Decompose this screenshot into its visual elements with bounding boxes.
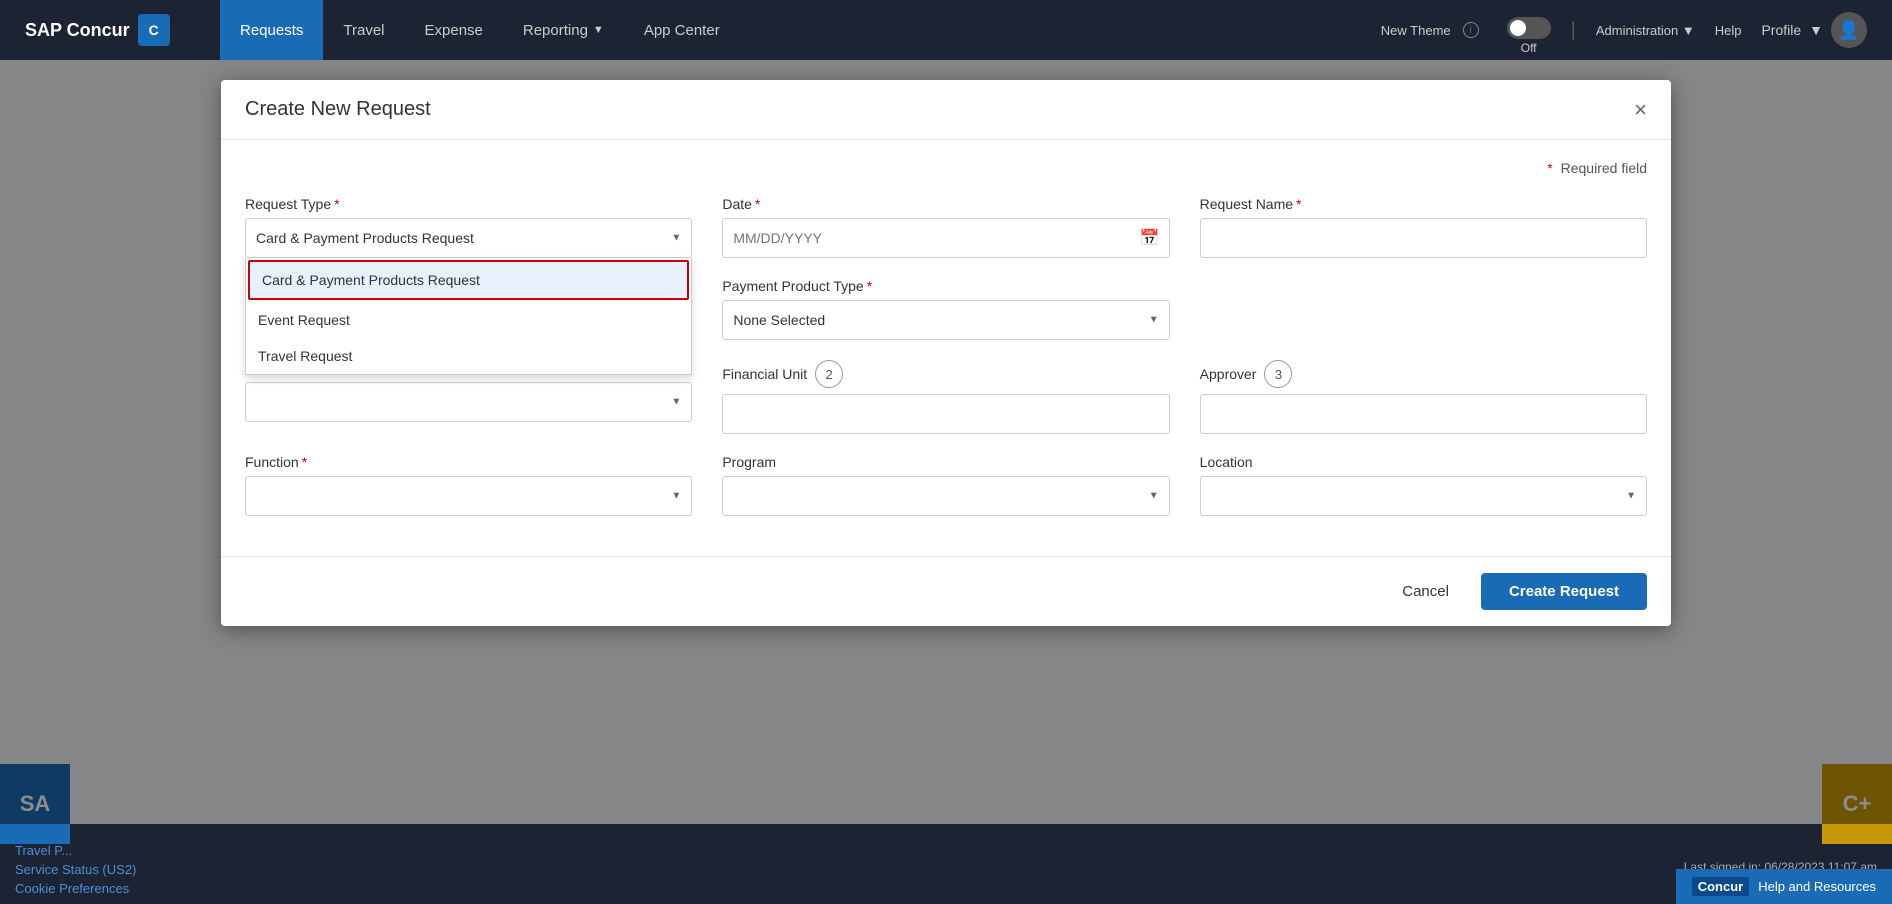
program-group: Program ▼ (722, 454, 1169, 516)
function-group: Function* ▼ (245, 454, 692, 516)
program-select[interactable]: ▼ (722, 476, 1169, 516)
modal-backdrop: Create New Request × * Required field Re… (0, 60, 1892, 824)
payment-product-type-label: Payment Product Type* (722, 278, 1169, 294)
nav-item-travel[interactable]: Travel (323, 0, 404, 60)
required-asterisk: * (1547, 160, 1552, 176)
form-row-1: Request Type* Card & Payment Products Re… (245, 196, 1647, 258)
administration-menu[interactable]: Administration ▼ (1596, 23, 1695, 38)
nav-items: Requests Travel Expense Reporting ▼ App … (220, 0, 1381, 60)
cookie-preferences-link[interactable]: Cookie Preferences (15, 881, 1877, 896)
location-wrapper: ▼ (1200, 476, 1647, 516)
help-link[interactable]: Help (1715, 23, 1742, 38)
fund-arrow: ▼ (671, 397, 681, 408)
fund-wrapper: ▼ (245, 382, 692, 422)
location-arrow: ▼ (1626, 491, 1636, 502)
program-wrapper: ▼ (722, 476, 1169, 516)
date-input[interactable] (722, 218, 1169, 258)
request-name-input[interactable] (1200, 218, 1647, 258)
cancel-button[interactable]: Cancel (1382, 573, 1469, 610)
financial-unit-group: Financial Unit 2 (722, 360, 1169, 434)
nav-item-expense[interactable]: Expense (405, 0, 503, 60)
date-label: Date* (722, 196, 1169, 212)
program-label: Program (722, 454, 1169, 470)
new-theme-toggle[interactable] (1507, 17, 1551, 39)
nav-item-appcenter[interactable]: App Center (624, 0, 740, 60)
new-theme-area: New Theme i (1381, 22, 1487, 38)
payment-product-type-select[interactable]: None Selected ▼ (722, 300, 1169, 340)
financial-unit-input[interactable] (722, 394, 1169, 434)
modal-header: Create New Request × (221, 80, 1671, 140)
approver-group: Approver 3 (1200, 360, 1647, 434)
fund-select[interactable]: ▼ (245, 382, 692, 422)
reporting-dropdown-arrow: ▼ (593, 24, 604, 36)
payment-product-type-group: Payment Product Type* None Selected ▼ (722, 278, 1169, 340)
function-select[interactable]: ▼ (245, 476, 692, 516)
request-name-group: Request Name* (1200, 196, 1647, 258)
program-arrow: ▼ (1149, 491, 1159, 502)
logo-area[interactable]: SAP Concur C (10, 14, 220, 46)
request-name-label: Request Name* (1200, 196, 1647, 212)
dropdown-item-card[interactable]: Card & Payment Products Request (248, 260, 689, 300)
nav-item-reporting[interactable]: Reporting ▼ (503, 0, 624, 60)
dropdown-item-event[interactable]: Event Request (246, 302, 691, 338)
modal-close-button[interactable]: × (1634, 99, 1647, 121)
user-avatar: 👤 (1831, 12, 1867, 48)
request-type-label: Request Type* (245, 196, 692, 212)
new-theme-label: New Theme (1381, 23, 1451, 38)
service-status-link[interactable]: Service Status (US2) (15, 862, 1877, 877)
financial-unit-label: Financial Unit 2 (722, 360, 1169, 388)
payment-product-type-wrapper: None Selected ▼ (722, 300, 1169, 340)
app-name: SAP Concur (25, 20, 130, 41)
bottom-bar: Travel P... Service Status (US2) Cookie … (0, 824, 1892, 904)
request-type-select[interactable]: Card & Payment Products Request ▼ (245, 218, 692, 258)
request-type-wrapper: Card & Payment Products Request ▼ Card &… (245, 218, 692, 258)
create-request-modal: Create New Request × * Required field Re… (221, 80, 1671, 626)
required-note: * Required field (245, 160, 1647, 176)
location-select[interactable]: ▼ (1200, 476, 1647, 516)
nav-right: New Theme i Off | Administration ▼ Help … (1381, 5, 1882, 55)
date-input-wrapper: 📅 (722, 218, 1169, 258)
request-type-group: Request Type* Card & Payment Products Re… (245, 196, 692, 258)
toggle-off-label: Off (1521, 41, 1537, 55)
navbar: SAP Concur C Requests Travel Expense Rep… (0, 0, 1892, 60)
modal-title: Create New Request (245, 98, 431, 121)
approver-badge: 3 (1264, 360, 1292, 388)
function-label: Function* (245, 454, 692, 470)
create-request-button[interactable]: Create Request (1481, 573, 1647, 610)
logo-icon: C (138, 14, 170, 46)
location-group: Location ▼ (1200, 454, 1647, 516)
form-row-3: Function* ▼ Program ▼ (245, 454, 1647, 516)
help-resources-label: Help and Resources (1758, 879, 1876, 894)
modal-body: * Required field Request Type* Card & Pa… (221, 140, 1671, 556)
calendar-icon[interactable]: 📅 (1140, 228, 1160, 248)
nav-item-requests[interactable]: Requests (220, 0, 323, 60)
travel-link[interactable]: Travel P... (15, 843, 1877, 858)
modal-footer: Cancel Create Request (221, 556, 1671, 626)
function-wrapper: ▼ (245, 476, 692, 516)
info-icon[interactable]: i (1463, 22, 1479, 38)
dropdown-item-travel[interactable]: Travel Request (246, 338, 691, 374)
payment-type-arrow: ▼ (1149, 315, 1159, 326)
date-group: Date* 📅 (722, 196, 1169, 258)
concur-help-button[interactable]: Concur Help and Resources (1676, 869, 1892, 904)
location-label: Location (1200, 454, 1647, 470)
profile-menu[interactable]: Profile ▼ 👤 (1761, 12, 1867, 48)
approver-label: Approver 3 (1200, 360, 1647, 388)
approver-input[interactable] (1200, 394, 1647, 434)
request-type-arrow: ▼ (671, 233, 681, 244)
nav-divider: | (1571, 19, 1576, 42)
concur-logo-small: Concur (1692, 877, 1750, 896)
function-arrow: ▼ (671, 491, 681, 502)
financial-unit-badge: 2 (815, 360, 843, 388)
request-type-dropdown: Card & Payment Products Request Event Re… (245, 258, 692, 375)
